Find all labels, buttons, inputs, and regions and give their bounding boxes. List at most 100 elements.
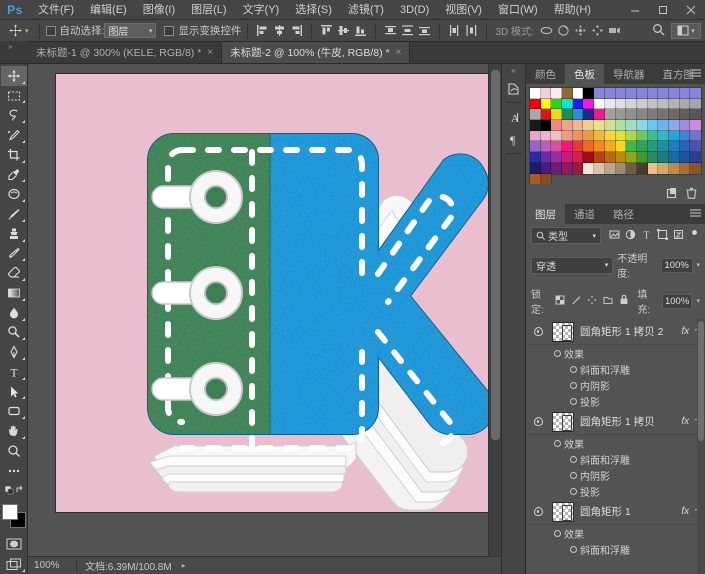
color-swatch[interactable] [614, 129, 628, 143]
color-swatch[interactable] [678, 119, 692, 132]
eraser-tool[interactable] [1, 263, 27, 283]
color-swatch[interactable] [657, 108, 670, 122]
filter-shape-icon[interactable] [657, 228, 668, 243]
color-swatch[interactable] [678, 108, 692, 122]
distribute-top-icon[interactable] [382, 22, 399, 40]
paragraph-panel-icon[interactable]: ¶ [503, 128, 525, 150]
effect-visibility-toggle[interactable] [566, 487, 580, 495]
color-swatch[interactable] [646, 97, 660, 111]
color-swatch[interactable] [646, 151, 660, 164]
search-icon[interactable] [652, 23, 665, 39]
color-swatch[interactable] [678, 129, 692, 143]
tab-paths[interactable]: 路径 [604, 204, 643, 225]
color-swatch[interactable] [582, 97, 596, 111]
color-swatch[interactable] [593, 161, 606, 175]
layer-effect-item[interactable]: 内阴影 [526, 377, 705, 393]
color-swatch[interactable] [582, 108, 596, 122]
color-swatch[interactable] [529, 97, 542, 111]
color-swatch[interactable] [657, 140, 670, 154]
new-swatch-icon[interactable] [666, 187, 678, 202]
color-swatch[interactable] [550, 129, 564, 143]
color-swatch[interactable] [593, 87, 606, 100]
layer-effects-group[interactable]: 效果 [526, 345, 705, 361]
color-swatch[interactable] [657, 129, 670, 143]
layer-visibility-toggle[interactable] [530, 327, 546, 337]
distribute-left-icon[interactable] [446, 22, 463, 40]
layer-thumbnail[interactable] [552, 501, 574, 522]
color-swatch[interactable] [657, 87, 670, 100]
dodge-tool[interactable] [1, 323, 27, 343]
color-swatch[interactable] [529, 172, 542, 186]
color-swatch[interactable] [561, 87, 574, 100]
color-swatch[interactable] [571, 151, 585, 164]
effect-visibility-toggle[interactable] [566, 365, 580, 373]
color-swatch[interactable] [550, 161, 564, 175]
quick-selection-tool[interactable] [1, 125, 27, 145]
menu-file[interactable]: 文件(F) [30, 0, 82, 20]
color-swatch[interactable] [678, 87, 692, 100]
color-swatch[interactable] [539, 97, 553, 111]
canvas-vertical-scrollbar[interactable] [488, 64, 501, 556]
align-vertical-centers-icon[interactable] [335, 22, 352, 40]
color-swatch[interactable] [603, 119, 617, 132]
layer-effect-item[interactable]: 投影 [526, 393, 705, 409]
scrollbar-thumb[interactable] [698, 321, 704, 442]
status-menu-arrow[interactable]: ▸ [182, 561, 186, 570]
color-swatch[interactable] [529, 161, 542, 175]
rotate-3d-icon[interactable] [538, 22, 555, 40]
color-swatch[interactable] [689, 119, 702, 132]
scrollbar-thumb[interactable] [491, 70, 500, 440]
auto-select-checkbox-group[interactable]: 自动选择: [45, 23, 104, 38]
layer-list-scrollbar[interactable] [697, 319, 705, 574]
color-swatch[interactable] [550, 151, 564, 164]
document-tab-2[interactable]: 未标题-2 @ 100% (牛皮, RGB/8) * × [222, 42, 411, 63]
layer-effects-badge[interactable]: fx [681, 416, 689, 427]
color-swatch[interactable] [678, 151, 692, 164]
tool-preset-chevron[interactable]: ▾ [25, 27, 29, 35]
color-swatch[interactable] [657, 161, 670, 175]
color-swatch[interactable] [539, 119, 553, 132]
filter-smart-object-icon[interactable] [673, 229, 684, 243]
layer-effects-badge[interactable]: fx [681, 506, 689, 517]
color-swatch[interactable] [571, 140, 585, 154]
color-swatch[interactable] [689, 140, 702, 154]
color-swatch[interactable] [625, 108, 638, 122]
filter-type-icon[interactable]: T [641, 229, 652, 243]
layer-effect-item[interactable]: 斜面和浮雕 [526, 451, 705, 467]
color-swatch[interactable] [603, 87, 617, 100]
show-transform-checkbox-group[interactable]: 显示变换控件 [164, 23, 241, 38]
color-swatch[interactable] [561, 161, 574, 175]
color-swatch[interactable] [539, 140, 553, 154]
move-tool-icon[interactable]: ▾ [4, 23, 33, 38]
menu-window[interactable]: 窗口(W) [490, 0, 546, 20]
menu-layer[interactable]: 图层(L) [183, 0, 234, 20]
tab-swatches[interactable]: 色板 [565, 64, 604, 84]
color-swatch[interactable] [625, 140, 638, 154]
panel-menu-icon[interactable] [690, 209, 701, 221]
path-selection-tool[interactable] [1, 382, 27, 402]
color-swatch[interactable] [593, 129, 606, 143]
color-swatch[interactable] [635, 129, 649, 143]
color-swatch[interactable] [625, 129, 638, 143]
color-swatch[interactable] [625, 87, 638, 100]
filter-pixel-icon[interactable] [609, 229, 620, 243]
menu-view[interactable]: 视图(V) [437, 0, 490, 20]
color-swatch[interactable] [646, 140, 660, 154]
layer-visibility-toggle[interactable] [530, 507, 546, 517]
color-swatch[interactable] [635, 87, 649, 100]
layer-thumbnail[interactable] [552, 321, 574, 342]
color-swatch[interactable] [603, 97, 617, 111]
color-swatch[interactable] [635, 108, 649, 122]
horizontal-type-tool[interactable]: T [1, 362, 27, 382]
color-swatch[interactable] [593, 140, 606, 154]
color-swatch[interactable] [539, 129, 553, 143]
gradient-tool[interactable] [1, 283, 27, 303]
color-swatch[interactable] [667, 161, 681, 175]
color-swatch[interactable] [529, 108, 542, 122]
crop-tool[interactable] [1, 145, 27, 165]
expand-panels-icon[interactable]: « [511, 66, 515, 75]
auto-select-checkbox[interactable] [45, 25, 56, 36]
color-swatch[interactable] [689, 161, 702, 175]
color-swatch[interactable] [582, 119, 596, 132]
menu-help[interactable]: 帮助(H) [546, 0, 599, 20]
